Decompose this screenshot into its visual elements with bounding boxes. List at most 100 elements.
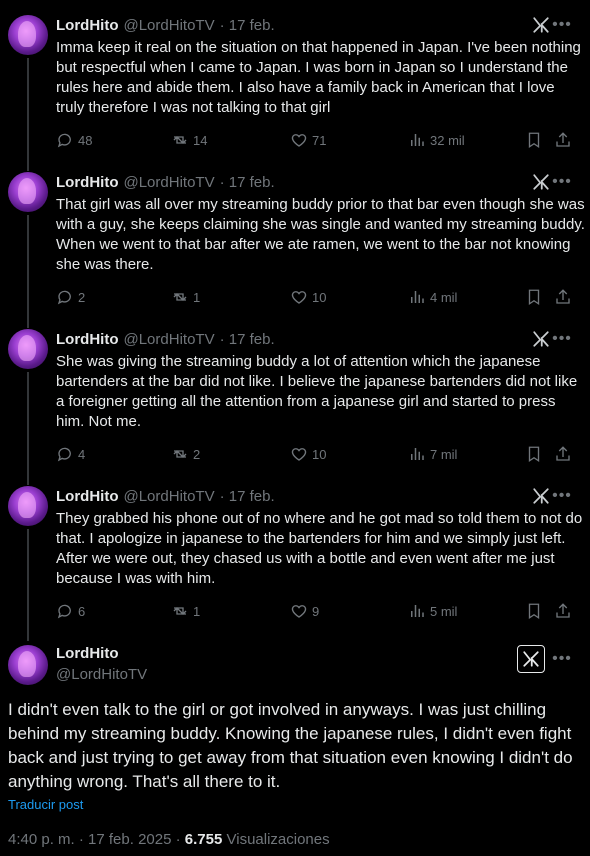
repost-count: 1 [193,289,201,305]
like-button[interactable]: 10 [290,287,326,307]
repost-count: 2 [193,446,201,462]
author-name[interactable]: LordHito [56,645,118,662]
author-handle[interactable]: @LordHitoTV [123,488,214,505]
share-button[interactable] [554,444,576,464]
post-text: That girl was all over my streaming budd… [56,196,590,273]
like-icon [291,134,307,147]
views-count: 4 mil [430,289,458,305]
bookmark-button[interactable] [525,444,547,464]
author-handle[interactable]: @LordHitoTV [56,666,147,683]
views-count: 32 mil [430,132,465,148]
author-handle[interactable]: @LordHitoTV [123,174,214,191]
action-bar: 2 1 10 4 mil [56,287,576,307]
more-icon[interactable]: ••• [552,17,572,33]
avatar[interactable] [8,486,48,526]
views-count: 5 mil [430,603,458,619]
views-icon [411,605,424,617]
like-button[interactable]: 71 [290,130,326,150]
thread-post[interactable]: LordHito @LordHitoTV · 17 feb. ••• Imma … [0,0,590,157]
avatar[interactable] [8,172,48,212]
post-timestamp[interactable]: 4:40 p. m. · 17 feb. 2025 · [8,831,185,848]
author-handle[interactable]: @LordHitoTV [123,17,214,34]
author-name[interactable]: LordHito [56,331,118,348]
bookmark-button[interactable] [525,287,547,307]
reply-count: 6 [78,603,86,619]
reply-button[interactable]: 48 [56,130,92,150]
grok-icon[interactable] [532,330,550,348]
reply-button[interactable]: 2 [56,287,85,307]
repost-button[interactable]: 14 [171,130,207,150]
views-count: 6.755 [184,831,223,848]
views-icon [411,134,424,146]
avatar[interactable] [8,645,48,685]
bookmark-icon [528,289,540,306]
reply-count: 2 [78,289,86,305]
author-handle[interactable]: @LordHitoTV [123,331,214,348]
like-icon [291,291,307,304]
views-button[interactable]: 7 mil [408,444,457,464]
more-icon[interactable]: ••• [552,174,572,190]
like-count: 10 [312,446,327,462]
like-button[interactable]: 9 [290,601,319,621]
repost-button[interactable]: 1 [171,287,200,307]
post-header: LordHito @LordHitoTV · 17 feb. [56,329,275,349]
grok-icon [523,651,539,667]
views-button[interactable]: 5 mil [408,601,457,621]
post-header: LordHito @LordHitoTV · 17 feb. [56,172,275,192]
thread-post[interactable]: LordHito @LordHitoTV · 17 feb. ••• They … [0,471,590,628]
views-button[interactable]: 4 mil [408,287,457,307]
share-icon [556,446,570,461]
more-icon[interactable]: ••• [552,651,572,667]
grok-icon[interactable] [532,487,550,505]
repost-icon [173,136,187,144]
reply-button[interactable]: 6 [56,601,85,621]
bookmark-button[interactable] [525,601,547,621]
bookmark-icon [528,446,540,463]
reply-icon [57,133,71,148]
repost-button[interactable]: 1 [171,601,200,621]
share-icon [556,603,570,618]
bookmark-icon [528,603,540,620]
post-text: They grabbed his phone out of no where a… [56,510,587,587]
repost-button[interactable]: 2 [171,444,200,464]
grok-icon[interactable] [532,173,550,191]
translate-link[interactable]: Traducir post [8,797,83,812]
like-button[interactable]: 10 [290,444,326,464]
reply-button[interactable]: 4 [56,444,85,464]
post-date[interactable]: · 17 feb. [220,174,275,191]
views-icon [411,448,424,460]
share-button[interactable] [554,130,576,150]
post-text: Imma keep it real on the situation on th… [56,39,586,116]
author-name[interactable]: LordHito [56,17,118,34]
repost-count: 14 [193,132,208,148]
post-header: LordHito @LordHitoTV · 17 feb. [56,15,275,35]
more-icon[interactable]: ••• [552,488,572,504]
post-date[interactable]: · 17 feb. [220,17,275,34]
bookmark-icon [528,132,540,149]
avatar[interactable] [8,15,48,55]
repost-count: 1 [193,603,201,619]
bookmark-button[interactable] [525,130,547,150]
more-icon[interactable]: ••• [552,331,572,347]
avatar[interactable] [8,329,48,369]
post-date[interactable]: · 17 feb. [220,488,275,505]
action-bar: 6 1 9 5 mil [56,601,576,621]
author-name[interactable]: LordHito [56,488,118,505]
share-button[interactable] [554,601,576,621]
grok-button[interactable] [517,645,545,673]
share-button[interactable] [554,287,576,307]
thread-post[interactable]: LordHito @LordHitoTV · 17 feb. ••• That … [0,157,590,314]
thread-post[interactable]: LordHito @LordHitoTV · 17 feb. ••• She w… [0,314,590,471]
author-name[interactable]: LordHito [56,174,118,191]
like-count: 9 [312,603,320,619]
views-button[interactable]: 32 mil [408,130,465,150]
like-icon [291,448,307,461]
grok-icon[interactable] [532,16,550,34]
like-count: 71 [312,132,327,148]
like-count: 10 [312,289,327,305]
action-bar: 4 2 10 7 mil [56,444,576,464]
post-date[interactable]: · 17 feb. [220,331,275,348]
views-icon [411,291,424,303]
like-icon [291,605,307,618]
action-bar: 48 14 71 32 mil [56,130,576,150]
